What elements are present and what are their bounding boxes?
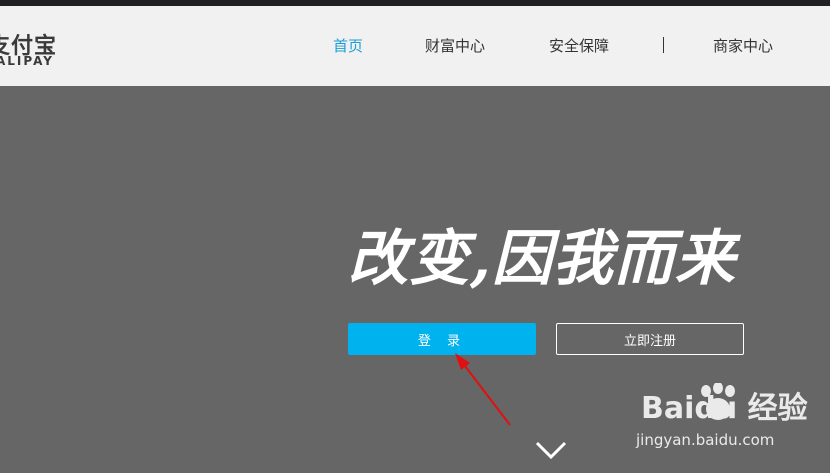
watermark-url: jingyan.baidu.com: [636, 431, 775, 449]
watermark-brand: Baidu 经验: [641, 391, 808, 426]
chevron-down-icon[interactable]: [535, 440, 567, 460]
alipay-logo[interactable]: 支付宝 ALIPAY: [0, 26, 70, 70]
nav-divider: [663, 37, 664, 53]
register-button[interactable]: 立即注册: [556, 323, 744, 355]
hero-slogan: 改变,因我而来: [348, 224, 736, 294]
nav-item-wealth-center[interactable]: 财富中心: [425, 35, 485, 56]
baidu-jingyan-watermark: Baidu 经验 jingyan.baidu.com: [636, 383, 826, 463]
logo-text-en: ALIPAY: [0, 54, 54, 68]
nav-item-merchant-center[interactable]: 商家中心: [713, 35, 773, 56]
nav-item-security[interactable]: 安全保障: [549, 35, 609, 56]
login-button[interactable]: 登 录: [348, 323, 536, 355]
header: 支付宝 ALIPAY 首页 财富中心 安全保障 商家中心: [0, 6, 830, 86]
nav-item-home[interactable]: 首页: [333, 35, 363, 56]
